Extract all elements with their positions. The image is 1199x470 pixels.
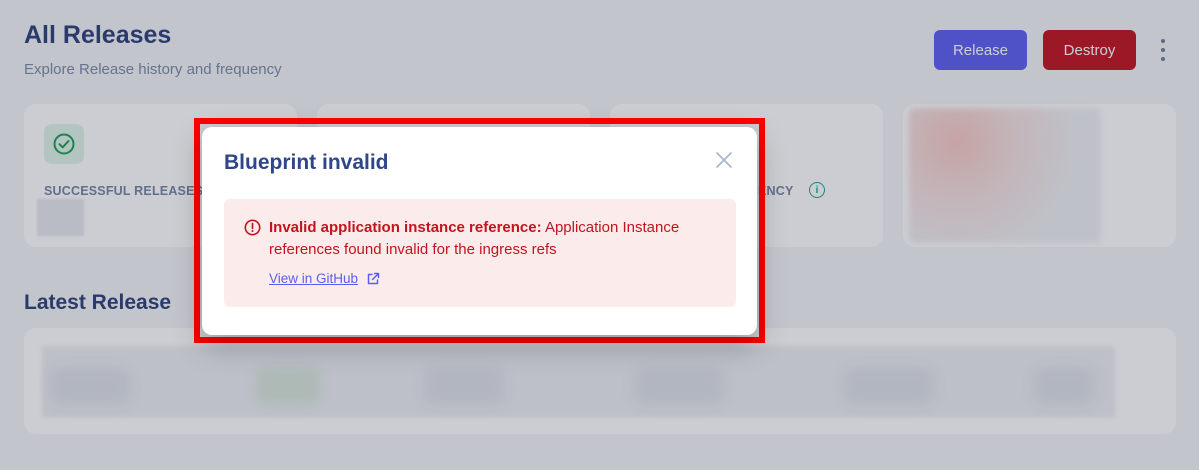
external-link-icon: [367, 272, 380, 284]
error-message: Invalid application instance reference: …: [269, 219, 680, 258]
dialog-title: Blueprint invalid: [224, 151, 389, 174]
error-circle-icon: [244, 219, 261, 236]
close-icon[interactable]: [714, 150, 734, 170]
view-in-github-link[interactable]: View in GitHub: [269, 271, 380, 286]
link-label: View in GitHub: [269, 271, 359, 286]
error-alert: Invalid application instance reference: …: [224, 199, 736, 307]
blueprint-invalid-dialog: Blueprint invalid Invalid application in…: [202, 127, 757, 335]
error-heading: Invalid application instance reference: [269, 219, 537, 236]
